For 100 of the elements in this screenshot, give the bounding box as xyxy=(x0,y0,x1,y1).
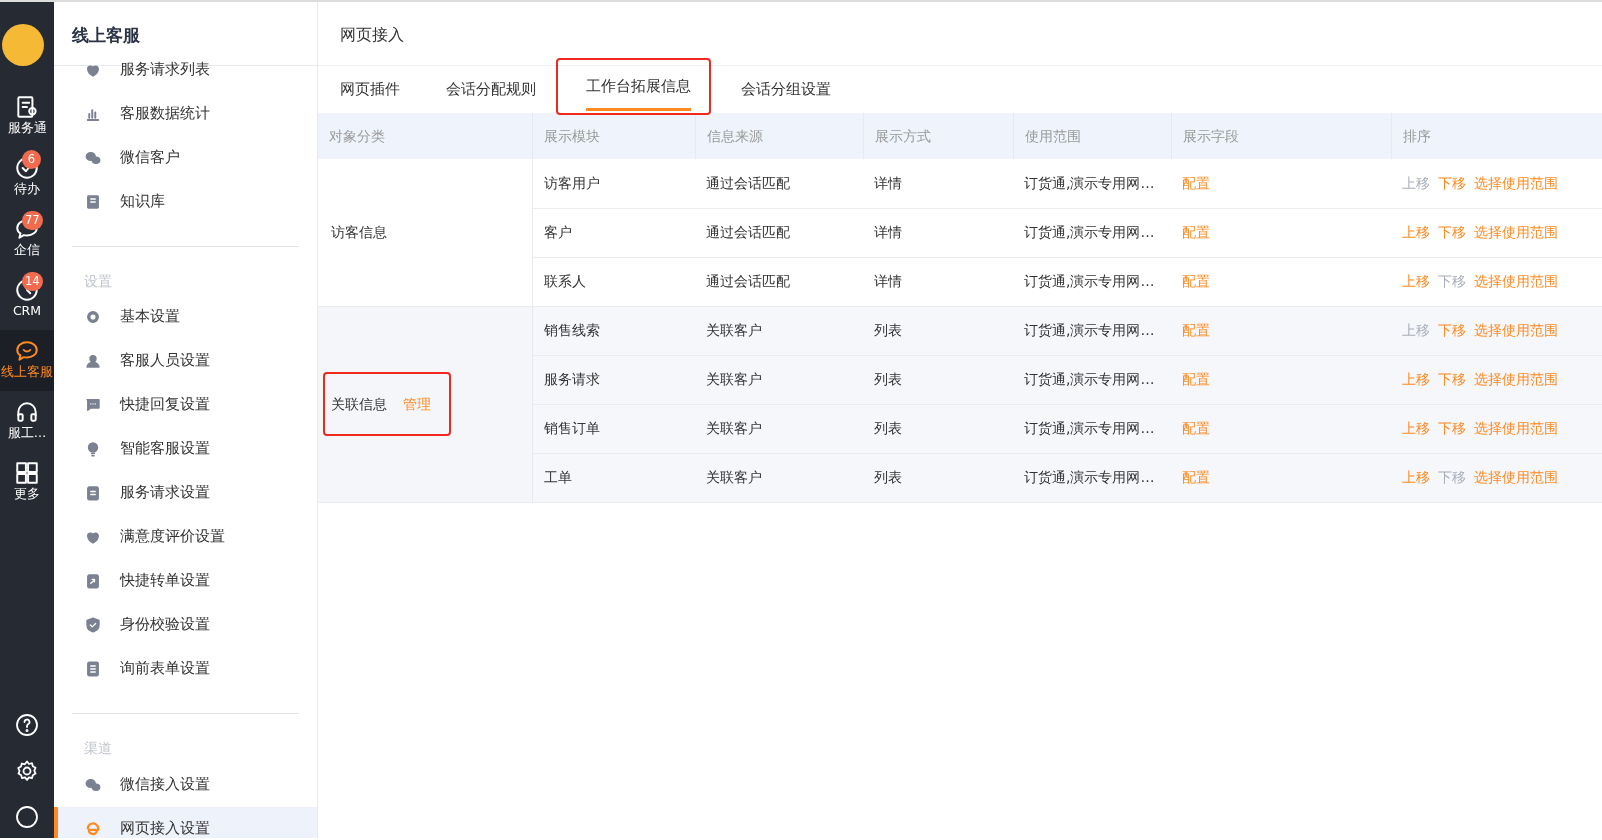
sidebar-item[interactable]: 微信客户 xyxy=(54,136,317,180)
sidebar-item[interactable]: 知识库 xyxy=(54,180,317,224)
rail-item[interactable]: CRM 14 xyxy=(0,269,54,330)
table-cell: 订货通,演示专用网… xyxy=(1013,257,1171,306)
avatar-circle xyxy=(2,24,44,66)
column-header: 信息来源 xyxy=(695,113,863,159)
configure-link[interactable]: 配置 xyxy=(1182,371,1210,387)
rail-item[interactable]: 线上客服 xyxy=(0,330,54,391)
sidebar-item[interactable]: 身份校验设置 xyxy=(54,603,317,648)
move-up-link[interactable]: 上移 xyxy=(1402,371,1430,387)
grid-icon xyxy=(14,460,40,486)
sidebar-item[interactable]: 智能客服设置 xyxy=(54,427,317,472)
rail-item[interactable]: 待办 6 xyxy=(0,147,54,208)
sidebar-item[interactable]: 网页接入设置 xyxy=(54,806,317,838)
move-down-link[interactable]: 下移 xyxy=(1438,322,1466,338)
table-cell: 工单 xyxy=(532,453,695,502)
category-label: 访客信息 xyxy=(331,222,387,242)
wechat-icon xyxy=(84,149,102,167)
help-icon xyxy=(15,713,39,737)
move-up-link[interactable]: 上移 xyxy=(1402,224,1430,240)
sidebar-item[interactable]: 快捷转单设置 xyxy=(54,559,317,604)
sidebar-item[interactable]: 客服数据统计 xyxy=(54,92,317,136)
column-header: 展示模块 xyxy=(532,113,695,159)
settings-icon xyxy=(15,759,39,783)
table-cell: 订货通,演示专用网… xyxy=(1013,453,1171,502)
table-cell: 列表 xyxy=(863,355,1013,404)
table-cell: 联系人 xyxy=(532,257,695,306)
configure-link[interactable]: 配置 xyxy=(1182,322,1210,338)
table-cell: 列表 xyxy=(863,453,1013,502)
table-cell: 订货通,演示专用网… xyxy=(1013,159,1171,208)
table-cell: 客户 xyxy=(532,208,695,257)
tab[interactable]: 会话分配规则 xyxy=(428,66,554,113)
smile-chat-icon xyxy=(14,338,40,364)
rail-item[interactable]: 服务通 xyxy=(0,86,54,147)
sidebar-item[interactable]: 客服人员设置 xyxy=(54,339,317,384)
person-icon xyxy=(84,352,102,371)
table-cell: 列表 xyxy=(863,404,1013,453)
move-up-link[interactable]: 上移 xyxy=(1402,273,1430,289)
move-down-link[interactable]: 下移 xyxy=(1438,420,1466,436)
table-cell: 订货通,演示专用网… xyxy=(1013,306,1171,355)
column-header: 使用范围 xyxy=(1013,113,1171,159)
rail-item[interactable]: 服工… xyxy=(0,391,54,452)
table-cell: 通过会话匹配 xyxy=(695,257,863,306)
headset-icon xyxy=(14,399,40,425)
scope-link[interactable]: 选择使用范围 xyxy=(1474,273,1558,289)
tab[interactable]: 会话分组设置 xyxy=(723,66,849,113)
scope-link[interactable]: 选择使用范围 xyxy=(1474,371,1558,387)
clipboard-icon xyxy=(84,484,102,503)
sidebar-item[interactable]: 基本设置 xyxy=(54,295,317,340)
configure-link[interactable]: 配置 xyxy=(1182,224,1210,240)
table-cell: 详情 xyxy=(863,208,1013,257)
clipboard-wrench-icon xyxy=(14,94,40,120)
table-cell: 关联客户 xyxy=(695,355,863,404)
scope-link[interactable]: 选择使用范围 xyxy=(1474,420,1558,436)
count-badge: 6 xyxy=(22,150,41,169)
manage-link[interactable]: 管理 xyxy=(403,393,431,415)
tab[interactable]: 网页插件 xyxy=(340,66,418,113)
table-cell: 关联客户 xyxy=(695,306,863,355)
table-cell: 销售线索 xyxy=(532,306,695,355)
column-header: 展示字段 xyxy=(1171,113,1391,159)
rail-item[interactable]: 更多 xyxy=(0,452,54,513)
configure-link[interactable]: 配置 xyxy=(1182,174,1210,191)
configure-link[interactable]: 配置 xyxy=(1182,273,1210,289)
column-header: 对象分类 xyxy=(318,113,532,159)
table-cell: 详情 xyxy=(863,159,1013,208)
move-up-link[interactable]: 上移 xyxy=(1402,469,1430,485)
move-down-link[interactable]: 下移 xyxy=(1438,174,1466,191)
table-cell: 关联客户 xyxy=(695,404,863,453)
table-cell: 关联客户 xyxy=(695,453,863,502)
sidebar-item[interactable]: 微信接入设置 xyxy=(54,762,317,807)
move-up-link[interactable]: 上移 xyxy=(1402,420,1430,436)
column-header: 展示方式 xyxy=(863,113,1013,159)
table-cell: 详情 xyxy=(863,257,1013,306)
table-cell: 通过会话匹配 xyxy=(695,159,863,208)
table-cell: 列表 xyxy=(863,306,1013,355)
circle-icon xyxy=(15,805,39,829)
rail-item[interactable]: 企信 77 xyxy=(0,208,54,269)
page-title: 网页接入 xyxy=(318,2,1602,66)
table-cell: 服务请求 xyxy=(532,355,695,404)
scope-link[interactable]: 选择使用范围 xyxy=(1474,322,1558,338)
table-cell: 访客用户 xyxy=(532,159,695,208)
configure-link[interactable]: 配置 xyxy=(1182,420,1210,436)
scope-link[interactable]: 选择使用范围 xyxy=(1474,469,1558,485)
table-cell: 销售订单 xyxy=(532,404,695,453)
category-label: 关联信息 xyxy=(331,394,387,414)
sidebar-item[interactable]: 询前表单设置 xyxy=(54,647,317,692)
move-down-link[interactable]: 下移 xyxy=(1438,224,1466,240)
scope-link[interactable]: 选择使用范围 xyxy=(1474,174,1558,191)
scope-link[interactable]: 选择使用范围 xyxy=(1474,224,1558,240)
tab[interactable]: 工作台拓展信息 xyxy=(556,58,711,115)
table-cell: 订货通,演示专用网… xyxy=(1013,404,1171,453)
move-down-link[interactable]: 下移 xyxy=(1438,371,1466,387)
configure-link[interactable]: 配置 xyxy=(1182,469,1210,485)
sidebar-item[interactable]: 快捷回复设置 xyxy=(54,383,317,428)
count-badge: 77 xyxy=(22,211,43,230)
sidebar-item[interactable]: 满意度评价设置 xyxy=(54,515,317,560)
column-header: 排序 xyxy=(1391,113,1602,159)
sidebar-item[interactable]: 服务请求设置 xyxy=(54,471,317,516)
count-badge: 14 xyxy=(22,272,43,291)
shield-check-icon xyxy=(84,616,102,635)
